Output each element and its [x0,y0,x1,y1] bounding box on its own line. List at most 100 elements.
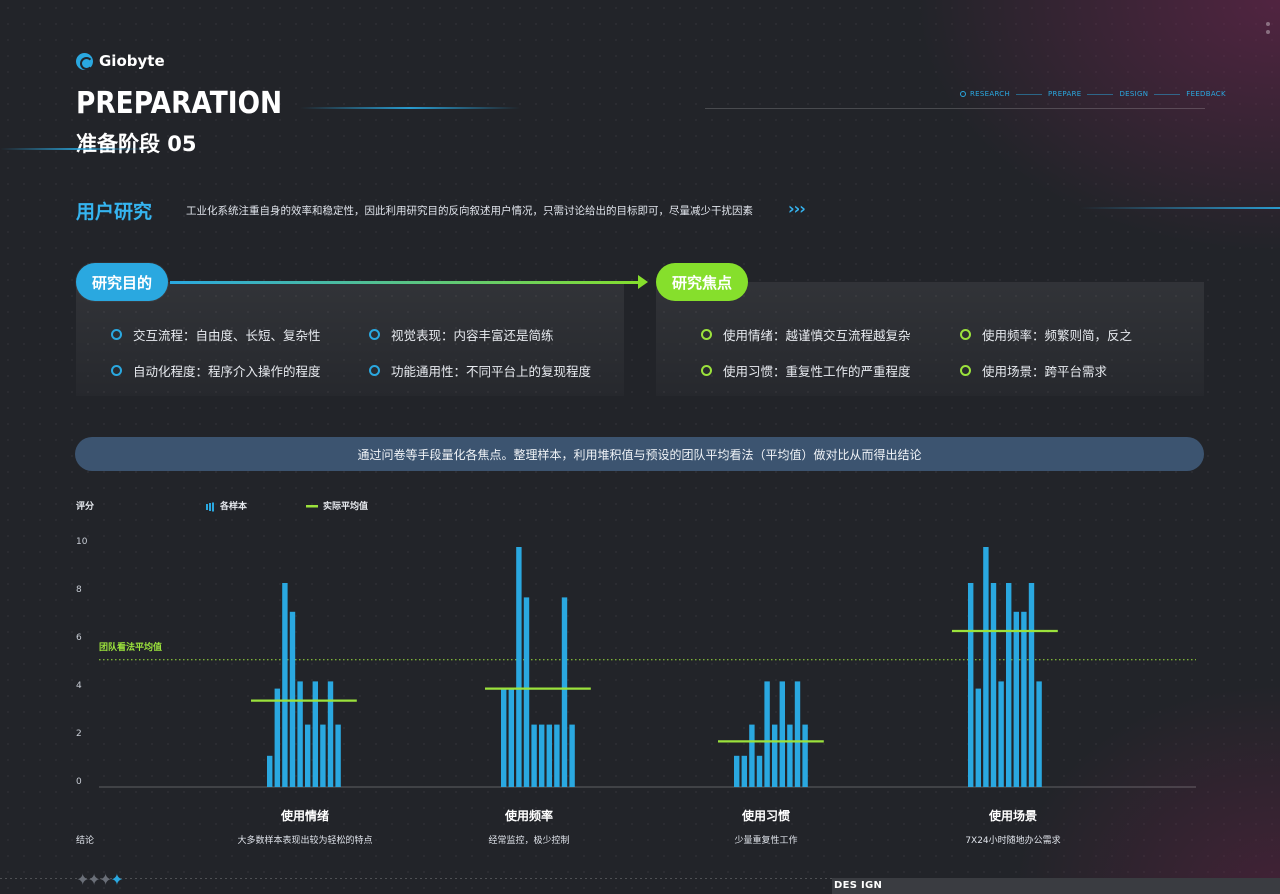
list-item: 使用频率：频繁则简，反之 [960,325,1132,344]
conclusion-label: 大多数样本表现出较为轻松的特点 [237,834,372,846]
step-nav: RESEARCH PREPARE DESIGN FEEDBACK [960,90,1226,98]
chart-bar [561,597,568,787]
header-divider [705,108,1205,109]
list-item: 使用情绪：越谨慎交互流程越复杂 [701,325,911,344]
chart-bar [554,724,560,787]
chart-bar [282,583,288,787]
category-label: 使用习惯 [741,808,790,823]
section-glow-line [1080,207,1280,209]
step-prepare[interactable]: PREPARE [1048,90,1081,98]
category-label: 使用场景 [988,808,1037,823]
chart-bar [1006,583,1012,787]
chart-bar [968,583,974,787]
chart-bar [741,755,747,787]
method-banner: 通过问卷等手段量化各焦点。整理样本，利用堆积值与预设的团队平均看法（平均值）做对… [75,437,1204,471]
category-label: 使用情绪 [280,808,329,823]
page-subtitle: 准备阶段 05 [76,132,197,156]
brand-name: Giobyte [99,52,165,70]
chart-bar [508,688,514,787]
connector-line [170,281,644,284]
y-tick-label: 4 [76,681,82,691]
chevrons-right-icon: ››› [788,199,806,218]
score-bar-chart: 评分 各样本 实际平均值 0 2 4 6 8 10 团队看法平均值使用情绪大多数样本表现出较为轻松… [76,500,1196,846]
research-goal-label: 研究目的 [76,263,168,301]
y-axis-label: 评分 [76,500,94,512]
list-item: 功能通用性：不同平台上的复现程度 [369,361,591,380]
chart-bar [779,681,785,787]
chart-bar [327,681,334,787]
sparkle-icons: ✦✦✦✦ [76,870,124,889]
chart-bar [802,724,808,787]
step-feedback[interactable]: FEEDBACK [1186,90,1226,98]
chart-bar [772,724,778,787]
chart-bar [523,597,530,787]
chart-bar [990,583,997,787]
chart-bar [501,688,507,787]
bullet-ring-icon [701,329,712,340]
chart-bar [749,724,755,787]
conclusion-label: 经常监控，极少控制 [488,834,569,846]
more-icon[interactable] [1266,22,1270,38]
chart-bar [787,724,793,787]
bullet-ring-icon [111,329,122,340]
step-design[interactable]: DESIGN [1119,90,1148,98]
list-item: 使用场景：跨平台需求 [960,361,1107,380]
chart-bar [794,681,801,787]
chart-bar [320,724,326,787]
active-step-icon [960,91,966,97]
footer-label: DES IGN [834,880,883,891]
conclusion-row-label: 结论 [76,834,94,846]
bullet-ring-icon [701,365,712,376]
chart-bar [764,681,770,787]
bullet-ring-icon [960,365,971,376]
conclusion-label: 少量重复性工作 [734,834,797,846]
y-tick-label: 0 [76,777,82,787]
chart-bar [1021,611,1027,787]
bullet-ring-icon [111,365,122,376]
chart-bar [267,755,273,787]
list-item: 交互流程：自由度、长短、复杂性 [111,325,321,344]
legend-bar-icon [209,503,211,511]
page-title: PREPARATION [76,86,283,121]
brand-logo: Giobyte [76,52,165,70]
chart-bar [297,681,303,787]
bullet-ring-icon [369,329,380,340]
section-title: 用户研究 [76,201,153,223]
chart-bar [539,724,545,787]
y-tick-label: 8 [76,585,82,595]
footer-divider [0,878,832,879]
y-tick-label: 6 [76,633,82,643]
chart-bar [975,688,981,787]
chart-bar [756,755,763,787]
chart-bar [569,724,575,787]
footer-bar [832,878,1280,894]
y-tick-label: 10 [76,537,88,547]
subtitle-glow-line [0,148,150,150]
chart-bar [312,681,318,787]
category-label: 使用频率 [504,808,553,823]
chart-bar [274,688,280,787]
logo-icon [76,52,93,70]
legend-label: 实际平均值 [323,500,368,512]
chart-bar [531,724,537,787]
section-description: 工业化系统注重自身的效率和稳定性，因此利用研究目的反向叙述用户情况，只需讨论给出… [186,205,753,217]
chart-bar [1036,681,1042,787]
chart-bar [1013,611,1019,787]
y-tick-label: 2 [76,729,82,739]
bullet-ring-icon [369,365,380,376]
list-item: 自动化程度：程序介入操作的程度 [111,361,321,380]
chart-bar [998,681,1004,787]
bullet-ring-icon [960,329,971,340]
step-research[interactable]: RESEARCH [970,90,1010,98]
chart-bar [335,724,341,787]
chart-bar [1028,583,1035,787]
research-focus-label: 研究焦点 [656,263,748,301]
legend-bar-icon [206,504,208,510]
team-average-label: 团队看法平均值 [99,641,162,653]
legend-line-icon [306,505,318,508]
legend-label: 各样本 [219,500,248,512]
arrow-right-icon [638,275,648,289]
chart-bar [305,724,311,787]
list-item: 视觉表现：内容丰富还是简练 [369,325,554,344]
chart-bar [516,547,522,787]
